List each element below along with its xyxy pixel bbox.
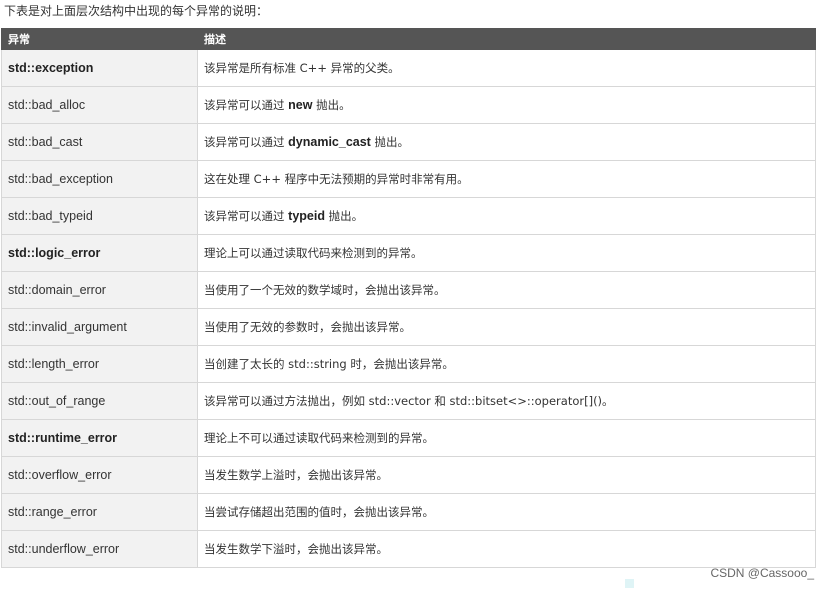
description-text: 该异常可以通过 (204, 209, 289, 223)
exception-description: 该异常可以通过 new 抛出。 (197, 86, 816, 124)
table-row: std::out_of_range 该异常可以通过方法抛出，例如 std::vec… (1, 382, 816, 420)
exception-name: std::logic_error (1, 234, 198, 272)
description-keyword: typeid (288, 209, 325, 223)
table-row: std::length_error 当创建了太长的 std::string 时，会… (1, 345, 816, 383)
exception-description: 这在处理 C++ 程序中无法预期的异常时非常有用。 (197, 160, 816, 198)
exception-description: 理论上可以通过读取代码来检测到的异常。 (197, 234, 816, 272)
table-row: std::logic_error 理论上可以通过读取代码来检测到的异常。 (1, 234, 816, 272)
exception-name: std::domain_error (1, 271, 198, 309)
description-text: 理论上不可以通过读取代码来检测到的异常。 (204, 431, 434, 445)
description-text: 理论上可以通过读取代码来检测到的异常。 (204, 246, 423, 260)
description-text-tail: 抛出。 (370, 135, 409, 149)
exception-description: 当尝试存储超出范围的值时，会抛出该异常。 (197, 493, 816, 531)
exception-name: std::exception (1, 49, 198, 87)
exception-name: std::invalid_argument (1, 308, 198, 346)
exception-description: 该异常可以通过方法抛出，例如 std::vector 和 std::bitset… (197, 382, 816, 420)
table-row: std::bad_exception 这在处理 C++ 程序中无法预期的异常时非常… (1, 160, 816, 198)
table-header-row: 异常 描述 (1, 28, 816, 50)
description-text: 该异常可以通过方法抛出，例如 std::vector 和 std::bitset… (204, 394, 614, 408)
description-text: 这在处理 C++ 程序中无法预期的异常时非常有用。 (204, 172, 469, 186)
table-row: std::runtime_error 理论上不可以通过读取代码来检测到的异常。 (1, 419, 816, 457)
description-text: 当尝试存储超出范围的值时，会抛出该异常。 (204, 505, 434, 519)
description-text: 该异常可以通过 (204, 135, 289, 149)
exception-name: std::out_of_range (1, 382, 198, 420)
table-row: std::invalid_argument 当使用了无效的参数时，会抛出该异常。 (1, 308, 816, 346)
table-row: std::bad_cast 该异常可以通过 dynamic_cast 抛出。 (1, 123, 816, 161)
exception-name: std::bad_exception (1, 160, 198, 198)
description-text: 当使用了一个无效的数学域时，会抛出该异常。 (204, 283, 446, 297)
exception-description: 该异常可以通过 dynamic_cast 抛出。 (197, 123, 816, 161)
description-text: 该异常是所有标准 C++ 异常的父类。 (204, 61, 400, 75)
table-row: std::overflow_error 当发生数学上溢时，会抛出该异常。 (1, 456, 816, 494)
exception-name: std::bad_cast (1, 123, 198, 161)
exception-name: std::underflow_error (1, 530, 198, 568)
exception-name: std::bad_typeid (1, 197, 198, 235)
description-text-tail: 抛出。 (312, 98, 351, 112)
table-row: std::bad_alloc 该异常可以通过 new 抛出。 (1, 86, 816, 124)
exception-description: 该异常可以通过 typeid 抛出。 (197, 197, 816, 235)
header-description: 描述 (197, 28, 816, 50)
exception-name: std::range_error (1, 493, 198, 531)
watermark: CSDN @Cassooo_ (710, 566, 814, 580)
exception-table: 异常 描述 std::exception 该异常是所有标准 C++ 异常的父类。 s… (1, 28, 816, 568)
description-keyword: dynamic_cast (288, 135, 371, 149)
page: { "intro": "下表是对上面层次结构中出现的每个异常的说明：", "ta… (0, 0, 829, 589)
selection-marker (625, 579, 634, 588)
description-text: 当发生数学下溢时，会抛出该异常。 (204, 542, 388, 556)
exception-name: std::overflow_error (1, 456, 198, 494)
table-row: std::domain_error 当使用了一个无效的数学域时，会抛出该异常。 (1, 271, 816, 309)
description-text: 当发生数学上溢时，会抛出该异常。 (204, 468, 388, 482)
table-row: std::exception 该异常是所有标准 C++ 异常的父类。 (1, 49, 816, 87)
exception-description: 当使用了一个无效的数学域时，会抛出该异常。 (197, 271, 816, 309)
exception-name: std::bad_alloc (1, 86, 198, 124)
description-text: 当创建了太长的 std::string 时，会抛出该异常。 (204, 357, 454, 371)
header-exception: 异常 (1, 28, 198, 50)
table-row: std::range_error 当尝试存储超出范围的值时，会抛出该异常。 (1, 493, 816, 531)
exception-name: std::runtime_error (1, 419, 198, 457)
description-keyword: new (288, 98, 313, 112)
exception-description: 理论上不可以通过读取代码来检测到的异常。 (197, 419, 816, 457)
description-text: 当使用了无效的参数时，会抛出该异常。 (204, 320, 411, 334)
exception-description: 当发生数学下溢时，会抛出该异常。 (197, 530, 816, 568)
exception-name: std::length_error (1, 345, 198, 383)
exception-description: 当发生数学上溢时，会抛出该异常。 (197, 456, 816, 494)
table-row: std::bad_typeid 该异常可以通过 typeid 抛出。 (1, 197, 816, 235)
intro-text: 下表是对上面层次结构中出现的每个异常的说明： (4, 4, 269, 18)
table-row: std::underflow_error 当发生数学下溢时，会抛出该异常。 (1, 530, 816, 568)
exception-description: 当使用了无效的参数时，会抛出该异常。 (197, 308, 816, 346)
exception-description: 当创建了太长的 std::string 时，会抛出该异常。 (197, 345, 816, 383)
description-text: 该异常可以通过 (204, 98, 289, 112)
exception-description: 该异常是所有标准 C++ 异常的父类。 (197, 49, 816, 87)
table-body: std::exception 该异常是所有标准 C++ 异常的父类。std::ba… (1, 49, 816, 568)
description-text-tail: 抛出。 (324, 209, 364, 223)
